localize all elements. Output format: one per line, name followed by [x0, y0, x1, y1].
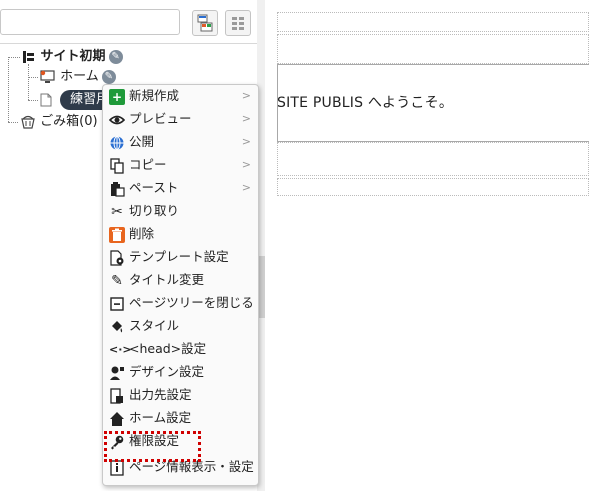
menu-item-label: 出力先設定: [129, 387, 192, 402]
menu-item-output[interactable]: 出力先設定: [109, 384, 255, 406]
submenu-arrow-icon: >: [241, 112, 251, 125]
edit-icon[interactable]: ✎: [108, 49, 123, 64]
welcome-message: SITE PUBLIS へようこそ。: [277, 95, 454, 111]
toolbar-divider: [0, 43, 257, 44]
grid-icon: [232, 17, 244, 30]
home-icon: [109, 411, 125, 427]
menu-item-label: ページツリーを閉じる: [129, 295, 254, 310]
pencil-icon: ✎: [111, 272, 123, 289]
tree-node-site-root[interactable]: サイト初期 ✎: [22, 47, 123, 67]
menu-item-label: スタイル: [129, 318, 180, 333]
menu-item-publish[interactable]: 公開 >: [109, 131, 255, 153]
page-icon: [40, 93, 52, 106]
menu-item-label: プレビュー: [129, 111, 192, 126]
site-root-label: サイト初期: [40, 49, 106, 64]
menu-item-preview[interactable]: プレビュー >: [108, 108, 255, 130]
globe-icon: [109, 135, 125, 151]
tree-connector: [8, 57, 9, 122]
tree-connector: [28, 100, 38, 101]
plus-icon: +: [109, 88, 125, 105]
menu-item-label: <head>設定: [129, 341, 207, 356]
menu-item-design[interactable]: デザイン設定: [109, 361, 255, 383]
submenu-arrow-icon: >: [241, 181, 251, 194]
tree-connector: [8, 122, 18, 123]
menu-item-label: ペースト: [129, 180, 179, 195]
highlight-annotation: [104, 431, 201, 462]
submenu-arrow-icon: >: [241, 158, 251, 171]
tree-connector: [28, 77, 38, 78]
menu-item-label: コピー: [129, 157, 167, 172]
home-node-label: ホーム: [60, 69, 99, 84]
home-page-icon: [40, 69, 55, 83]
menu-item-label: デザイン設定: [129, 364, 205, 379]
menu-item-template[interactable]: テンプレート設定: [109, 246, 255, 268]
menu-item-paste[interactable]: ペースト >: [109, 177, 255, 199]
menu-item-collapse-tree[interactable]: ページツリーを閉じる: [109, 292, 255, 314]
menu-item-home-settings[interactable]: ホーム設定: [109, 407, 255, 429]
scissors-icon: ✂: [111, 203, 123, 220]
code-icon: <·>: [109, 342, 132, 356]
menu-item-head-settings[interactable]: <·><head>設定: [109, 338, 255, 360]
menu-item-label: テンプレート設定: [129, 249, 229, 264]
menu-item-copy[interactable]: コピー >: [109, 154, 255, 176]
edit-icon[interactable]: ✎: [101, 69, 116, 84]
trash-bin-icon: [21, 115, 35, 129]
menu-item-label: 削除: [129, 226, 155, 241]
menu-item-label: 切り取り: [129, 203, 180, 218]
tree-node-trash[interactable]: ごみ箱(0): [20, 112, 98, 132]
menu-item-new[interactable]: + 新規作成 >: [109, 85, 255, 107]
paint-bucket-icon: [109, 319, 125, 335]
tree-connector: [8, 57, 20, 58]
menu-item-label: 公開: [129, 134, 155, 149]
layout-placeholder: [277, 12, 589, 32]
layout-placeholder: [277, 142, 589, 176]
context-menu: + 新規作成 > プレビュー > 公開 > コピー > ペースト > ✂ 切り取り …: [102, 84, 259, 486]
layout-placeholder: [277, 34, 589, 64]
sitemap-icon: [197, 14, 213, 32]
tree-connector: [28, 64, 29, 100]
menu-item-cut[interactable]: ✂ 切り取り: [109, 200, 255, 222]
site-icon: [23, 50, 34, 63]
menu-item-style[interactable]: スタイル: [109, 315, 255, 337]
submenu-arrow-icon: >: [241, 135, 251, 148]
eye-icon: [108, 112, 126, 128]
layout-placeholder: [277, 178, 589, 196]
menu-item-label: ホーム設定: [129, 410, 192, 425]
menu-item-rename[interactable]: ✎ タイトル変更: [109, 269, 255, 291]
trash-icon: [109, 226, 125, 243]
template-icon: [109, 249, 125, 266]
clipboard-icon: [109, 181, 125, 197]
submenu-arrow-icon: >: [241, 89, 251, 102]
output-icon: [109, 387, 125, 404]
menu-item-label: 新規作成: [129, 88, 180, 103]
trash-node-label: ごみ箱(0): [40, 114, 98, 129]
copy-icon: [109, 157, 125, 174]
tree-view-button[interactable]: [192, 10, 218, 36]
menu-item-delete[interactable]: 削除: [109, 223, 255, 245]
search-input[interactable]: [0, 9, 180, 35]
collapse-icon: [109, 296, 125, 312]
menu-item-label: タイトル変更: [129, 272, 205, 287]
design-icon: [109, 365, 125, 381]
grid-view-button[interactable]: [225, 10, 251, 36]
